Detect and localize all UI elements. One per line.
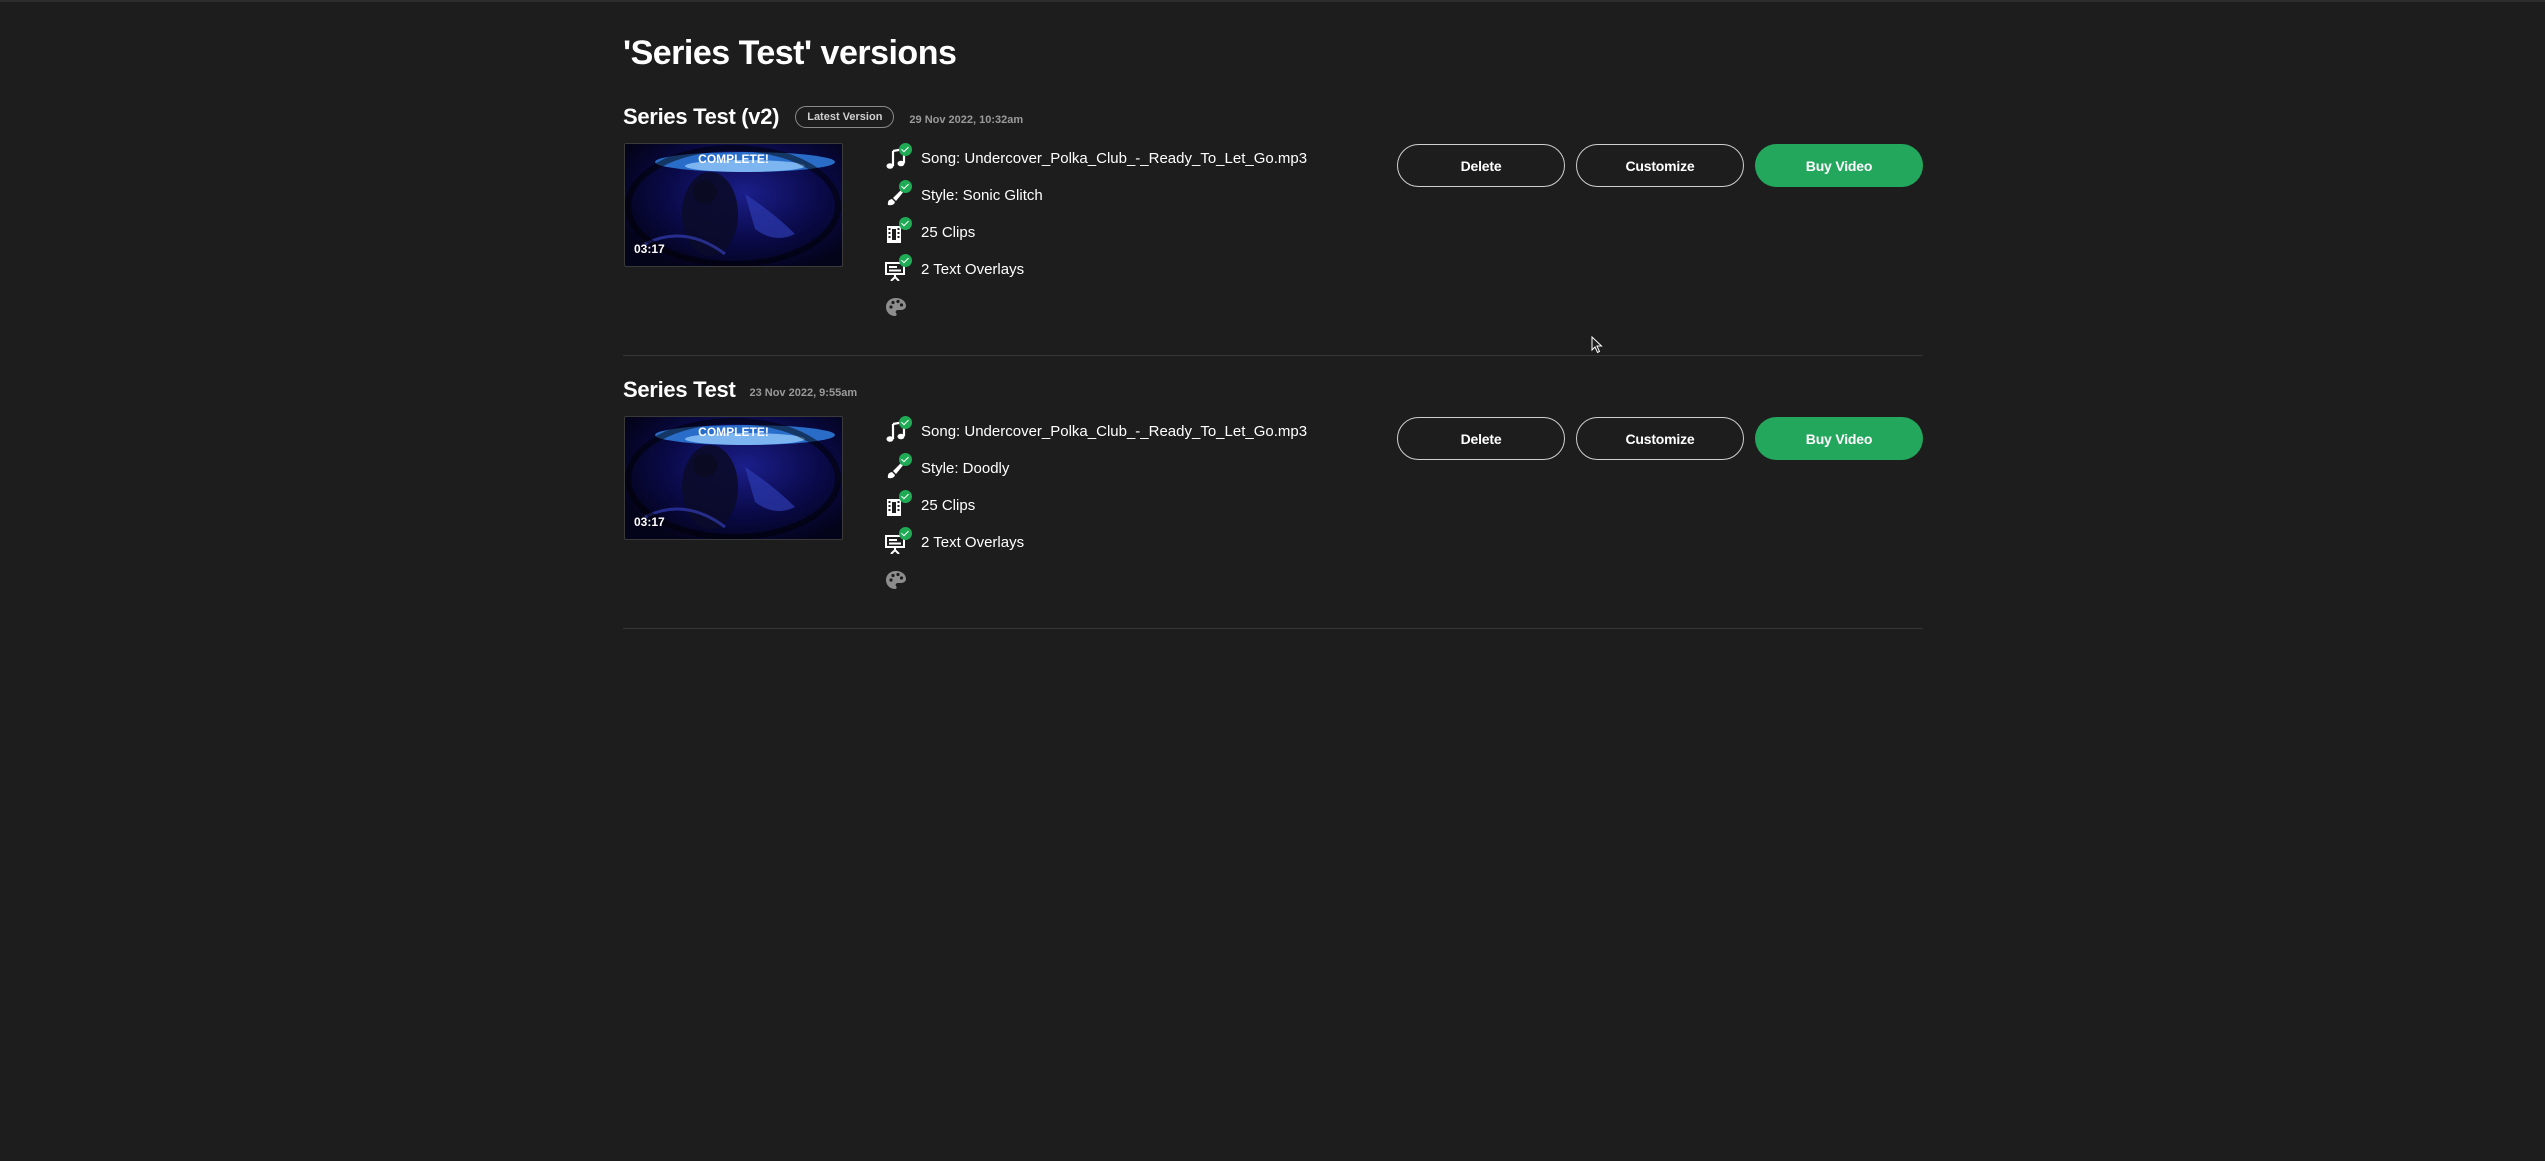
video-thumbnail[interactable]: COMPLETE! 03:17 — [624, 143, 843, 267]
presentation-screen-icon — [885, 253, 912, 283]
check-circle-icon — [899, 142, 912, 156]
detail-song: Song: Undercover_Polka_Club_-_Ready_To_L… — [885, 413, 1307, 450]
render-status: COMPLETE! — [698, 152, 769, 166]
version-actions: Delete Customize Buy Video — [1397, 144, 1923, 187]
detail-overlays: 2 Text Overlays — [885, 251, 1307, 288]
version-date: 23 Nov 2022, 9:55am — [749, 387, 858, 399]
style-label: Style: Doodly — [921, 460, 1010, 477]
mouse-cursor-icon — [1591, 336, 1603, 354]
version-header: Series Test 23 Nov 2022, 9:55am — [623, 375, 857, 405]
detail-song: Song: Undercover_Polka_Club_-_Ready_To_L… — [885, 140, 1307, 177]
video-thumbnail[interactable]: COMPLETE! 03:17 — [624, 416, 843, 540]
presentation-screen-icon — [885, 526, 912, 556]
detail-clips: 25 Clips — [885, 487, 1307, 524]
detail-clips: 25 Clips — [885, 214, 1307, 251]
paintbrush-icon — [885, 452, 912, 482]
delete-button[interactable]: Delete — [1397, 144, 1565, 187]
palette-icon — [885, 567, 911, 593]
check-circle-icon — [899, 253, 912, 267]
detail-style: Style: Doodly — [885, 450, 1307, 487]
buy-video-button[interactable]: Buy Video — [1755, 144, 1923, 187]
customize-button[interactable]: Customize — [1576, 417, 1744, 460]
render-status: COMPLETE! — [698, 425, 769, 439]
divider — [623, 628, 1923, 629]
check-circle-icon — [899, 452, 912, 466]
buy-video-button[interactable]: Buy Video — [1755, 417, 1923, 460]
check-circle-icon — [899, 526, 912, 540]
overlays-label: 2 Text Overlays — [921, 261, 1025, 278]
music-note-icon — [885, 415, 912, 445]
clips-label: 25 Clips — [921, 224, 976, 241]
version-date: 29 Nov 2022, 10:32am — [909, 114, 1024, 126]
version-actions: Delete Customize Buy Video — [1397, 417, 1923, 460]
detail-palette — [885, 561, 1307, 598]
paintbrush-icon — [885, 179, 912, 209]
version-name: Series Test — [623, 377, 736, 402]
palette-icon — [885, 294, 911, 320]
detail-style: Style: Sonic Glitch — [885, 177, 1307, 214]
check-circle-icon — [899, 216, 912, 230]
video-duration: 03:17 — [634, 515, 665, 529]
version-header: Series Test (v2) Latest Version 29 Nov 2… — [623, 102, 1023, 132]
check-circle-icon — [899, 489, 912, 503]
version-details: Song: Undercover_Polka_Club_-_Ready_To_L… — [885, 413, 1307, 598]
style-label: Style: Sonic Glitch — [921, 187, 1043, 204]
customize-button[interactable]: Customize — [1576, 144, 1744, 187]
version-details: Song: Undercover_Polka_Club_-_Ready_To_L… — [885, 140, 1307, 325]
music-note-icon — [885, 142, 912, 172]
detail-overlays: 2 Text Overlays — [885, 524, 1307, 561]
clips-label: 25 Clips — [921, 497, 976, 514]
version-name: Series Test (v2) — [623, 104, 780, 129]
latest-version-badge: Latest Version — [795, 106, 895, 128]
overlays-label: 2 Text Overlays — [921, 534, 1025, 551]
song-label: Song: Undercover_Polka_Club_-_Ready_To_L… — [921, 150, 1308, 167]
check-circle-icon — [899, 415, 912, 429]
song-label: Song: Undercover_Polka_Club_-_Ready_To_L… — [921, 423, 1308, 440]
top-border — [0, 0, 2545, 2]
film-clips-icon — [885, 489, 912, 519]
divider — [623, 355, 1923, 356]
video-duration: 03:17 — [634, 242, 665, 256]
film-clips-icon — [885, 216, 912, 246]
check-circle-icon — [899, 179, 912, 193]
detail-palette — [885, 288, 1307, 325]
page-title: 'Series Test' versions — [623, 34, 957, 72]
delete-button[interactable]: Delete — [1397, 417, 1565, 460]
